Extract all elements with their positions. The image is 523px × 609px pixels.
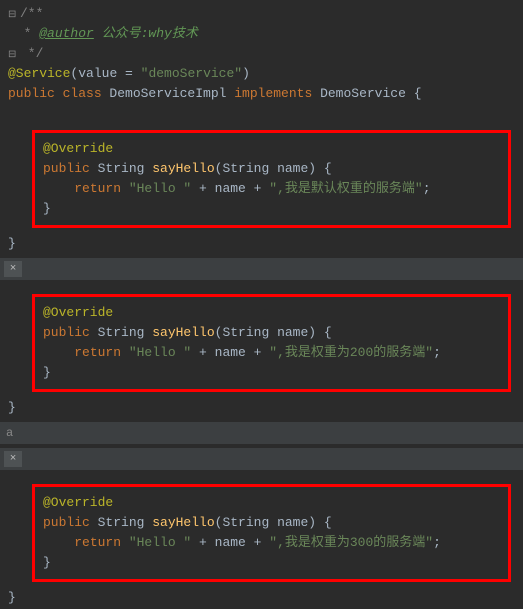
code-line: @Override — [43, 493, 500, 513]
code-line: } — [8, 398, 523, 418]
code-line: return "Hello " + name + ",我是权重为200的服务端"… — [43, 343, 500, 363]
code-line: } — [8, 234, 523, 254]
tab-label: a — [6, 426, 13, 440]
close-icon[interactable]: × — [4, 261, 22, 277]
code-line: return "Hello " + name + ",我是默认权重的服务端"; — [43, 179, 500, 199]
code-line: public class DemoServiceImpl implements … — [8, 84, 523, 104]
code-line: return "Hello " + name + ",我是权重为300的服务端"… — [43, 533, 500, 553]
code-line: } — [8, 588, 523, 608]
code-line: ⊟ */ — [8, 44, 523, 64]
code-line: } — [43, 363, 500, 383]
code-line: * @author 公众号:why技术 — [8, 24, 523, 44]
code-line: @Service(value = "demoService") — [8, 64, 523, 84]
fold-icon[interactable]: ⊟ — [8, 8, 18, 24]
code-line: @Override — [43, 139, 500, 159]
editor-tab-strip: × — [0, 448, 523, 470]
fold-icon[interactable]: ⊟ — [8, 48, 18, 64]
editor-tab-strip: × — [0, 258, 523, 280]
code-line: public String sayHello(String name) { — [43, 513, 500, 533]
code-line: ⊟/** — [8, 4, 523, 24]
code-editor[interactable]: @Override public String sayHello(String … — [0, 474, 523, 608]
code-line: @Override — [43, 303, 500, 323]
code-editor[interactable]: @Override public String sayHello(String … — [0, 284, 523, 418]
highlight-box: @Override public String sayHello(String … — [32, 130, 511, 228]
close-icon[interactable]: × — [4, 451, 22, 467]
highlight-box: @Override public String sayHello(String … — [32, 294, 511, 392]
code-line: public String sayHello(String name) { — [43, 159, 500, 179]
highlight-box: @Override public String sayHello(String … — [32, 484, 511, 582]
code-editor[interactable]: ⊟/** * @author 公众号:why技术 ⊟ */ @Service(v… — [0, 0, 523, 254]
code-line: public String sayHello(String name) { — [43, 323, 500, 343]
editor-tab-strip: a — [0, 422, 523, 444]
code-line — [8, 104, 523, 124]
code-line: } — [43, 553, 500, 573]
code-line: } — [43, 199, 500, 219]
